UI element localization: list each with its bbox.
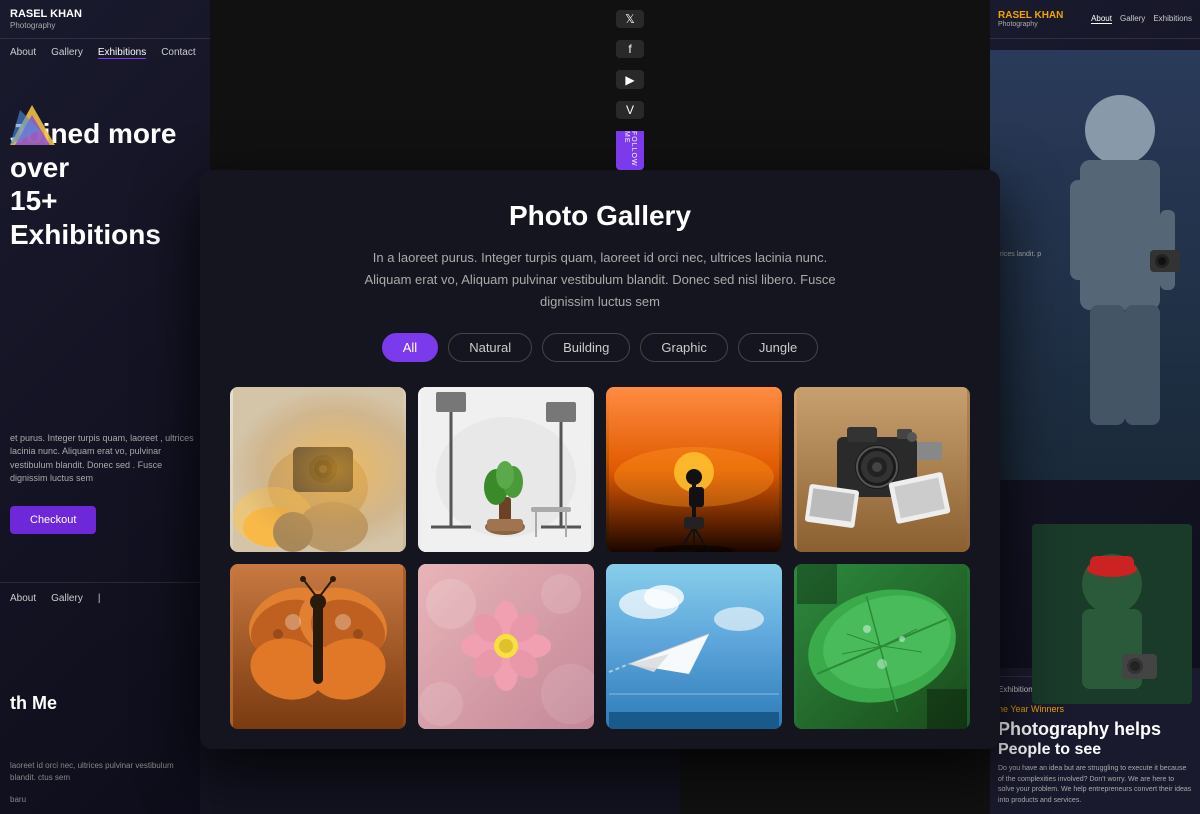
left-bottom-nav-gallery[interactable]: Gallery [51,593,83,604]
right-header: RASEL KHAN Photography About Gallery Exh… [990,0,1200,39]
left-bottom-nav-about[interactable]: About [10,593,36,604]
left-logo-icon [5,100,60,155]
left-logo-area: RASEL KHAN Photography [0,0,210,39]
gallery-item-7[interactable] [606,564,782,729]
left-hero-text: Joined more over 15+ Exhibitions [0,67,210,261]
left-nav-contact[interactable]: Contact [161,47,195,59]
photo-gallery-modal: Photo Gallery In a laoreet purus. Intege… [200,170,1000,749]
left-nav-about[interactable]: About [10,47,36,59]
facebook-icon: f [628,42,631,56]
left-nav-gallery[interactable]: Gallery [51,47,83,59]
right-people-see: People to see [998,741,1192,759]
vimeo-icon: V [626,103,634,117]
left-sub-footer: baru [10,795,26,804]
right-hero-image [990,50,1200,480]
left-body-text: et purus. Integer turpis quam, laoreet ,… [0,422,210,496]
right-contact-image [1032,524,1192,704]
left-nav: About Gallery Exhibitions Contact [0,39,210,67]
right-bottom: Exhibitions Contact ne Year Winne [990,668,1200,814]
right-nav-about[interactable]: About [1091,14,1112,24]
gallery-item-1[interactable] [230,387,406,552]
youtube-icon-wrap[interactable]: ▶ [616,70,644,88]
twitter-icon: 𝕏 [625,12,635,26]
twitter-icon-wrap[interactable]: 𝕏 [616,10,644,28]
modal-description: In a laoreet purus. Integer turpis quam,… [350,247,850,313]
left-logo: RASEL KHAN [10,8,200,21]
checkout-button[interactable]: Checkout [10,506,96,534]
modal-title: Photo Gallery [230,200,970,232]
left-work-with-me: th Me [10,693,57,714]
left-hero-line2: 15+ Exhibitions [10,184,200,251]
right-photo-helps: Photography helps [998,719,1192,741]
social-sidebar: 𝕏 f ▶ V FOLLOW ME [615,0,645,170]
gallery-item-2[interactable] [418,387,594,552]
right-nav: About Gallery Exhibitions [1091,14,1192,24]
facebook-icon-wrap[interactable]: f [616,40,644,58]
left-page: RASEL KHAN Photography About Gallery Exh… [0,0,210,814]
right-logo: RASEL KHAN Photography [998,10,1063,28]
right-nav-exhibitions[interactable]: Exhibitions [1153,14,1192,24]
gallery-item-3[interactable] [606,387,782,552]
right-winners-label: ne Year Winners [998,704,1192,714]
gallery-item-8[interactable] [794,564,970,729]
filter-building[interactable]: Building [542,333,630,362]
follow-me-label: FOLLOW ME [616,131,644,170]
right-side-text: trices landit. p [998,250,1041,261]
filter-tabs: All Natural Building Graphic Jungle [230,333,970,362]
left-contact-text: laoreet id orci nec, ultrices pulvinar v… [10,760,190,784]
filter-jungle[interactable]: Jungle [738,333,818,362]
gallery-item-5[interactable] [230,564,406,729]
filter-all[interactable]: All [382,333,438,362]
right-nav-gallery[interactable]: Gallery [1120,14,1145,24]
right-page: RASEL KHAN Photography About Gallery Exh… [990,0,1200,814]
right-bottom-exhibitions[interactable]: Exhibitions [998,685,1037,694]
gallery-grid [230,387,970,729]
vimeo-icon-wrap[interactable]: V [616,101,644,119]
left-bottom-nav: About Gallery | [0,582,210,614]
youtube-icon: ▶ [625,73,634,87]
gallery-item-6[interactable] [418,564,594,729]
filter-natural[interactable]: Natural [448,333,532,362]
gallery-item-4[interactable] [794,387,970,552]
filter-graphic[interactable]: Graphic [640,333,728,362]
left-logo-sub: Photography [10,21,200,30]
left-nav-exhibitions[interactable]: Exhibitions [98,47,146,59]
left-bottom-nav-item[interactable]: | [98,593,101,604]
right-desc: Do you have an idea but are struggling t… [998,764,1192,806]
